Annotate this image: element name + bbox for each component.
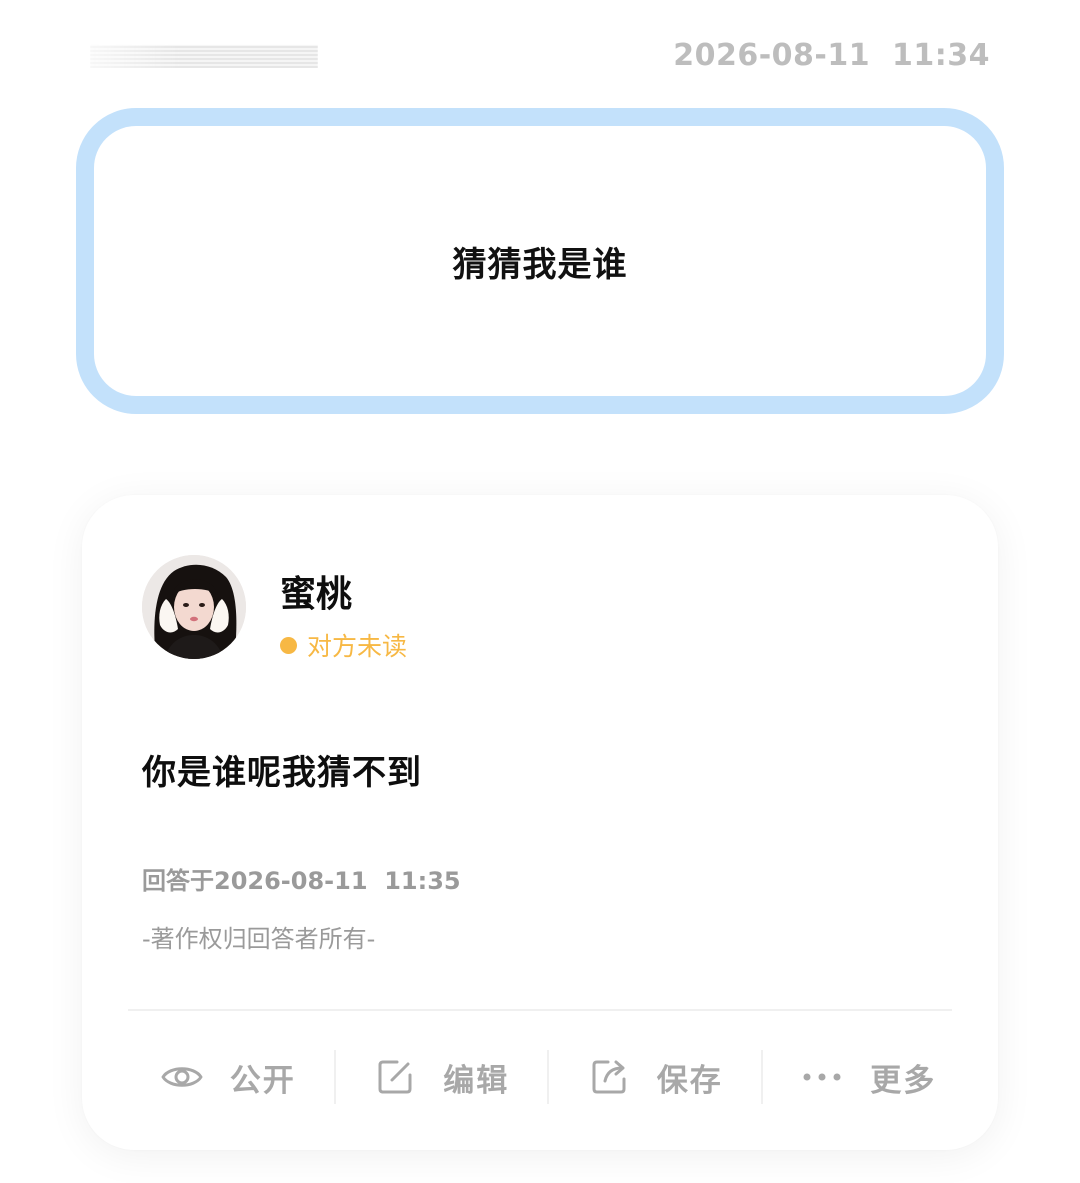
answer-card: 蜜桃 对方未读 你是谁呢我猜不到 回答于2026-08-11 11:35 -著作… [82,495,998,1150]
question-text: 猜猜我是谁 [452,244,628,285]
edit-label: 编辑 [443,1062,510,1099]
answered-time: 回答于2026-08-11 11:35 [142,867,461,895]
more-dots-icon [800,1055,844,1099]
more-button[interactable]: 更多 [763,1047,975,1107]
save-button[interactable]: 保存 [549,1047,761,1107]
edit-button[interactable]: 编辑 [336,1047,548,1107]
eye-icon [160,1055,204,1099]
status-text: 对方未读 [307,632,408,661]
edit-icon [373,1055,417,1099]
public-button[interactable]: 公开 [122,1047,334,1107]
public-label: 公开 [229,1062,296,1099]
copyright-notice: -著作权归回答者所有- [142,925,376,953]
more-label: 更多 [870,1062,937,1099]
action-bar: 公开 编辑 保存 更多 [122,1047,974,1107]
blurred-sender-name [90,44,318,68]
status-dot-icon [280,636,297,654]
question-card: 猜猜我是谁 [76,108,1004,414]
read-status: 对方未读 [280,627,407,663]
share-icon [587,1055,631,1099]
answer-text: 你是谁呢我猜不到 [142,753,422,793]
question-timestamp: 2026-08-11 11:34 [673,38,990,73]
username: 蜜桃 [280,574,353,615]
avatar[interactable] [142,555,246,659]
save-label: 保存 [656,1062,723,1099]
divider [128,1009,952,1011]
